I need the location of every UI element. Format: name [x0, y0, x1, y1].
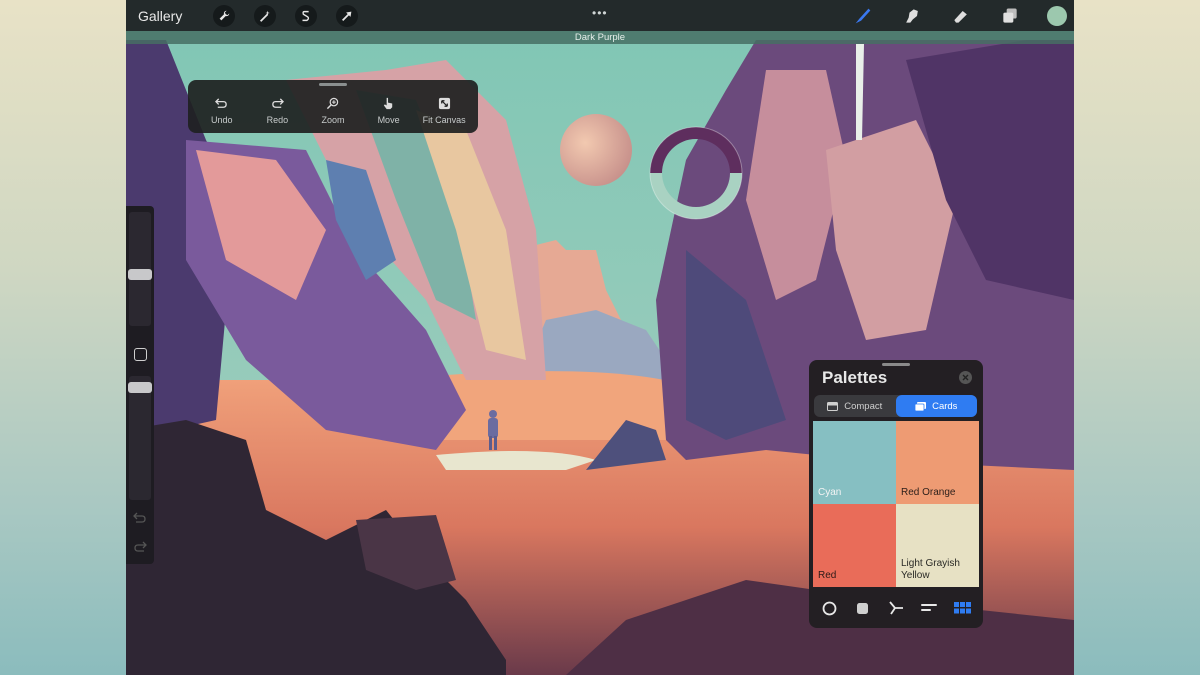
wrench-icon[interactable]: [213, 4, 236, 27]
layer-name-label: Dark Purple: [126, 31, 1074, 44]
brush-size-handle[interactable]: [128, 269, 152, 280]
modify-square-button[interactable]: [134, 348, 147, 361]
zoom-button[interactable]: Zoom: [305, 97, 361, 125]
compact-view-tab[interactable]: Compact: [814, 395, 896, 417]
compact-icon: [827, 401, 839, 411]
layers-icon[interactable]: [998, 4, 1022, 28]
close-icon: [962, 374, 969, 381]
move-button[interactable]: Move: [361, 97, 417, 125]
drag-handle[interactable]: [319, 83, 347, 86]
opacity-slider[interactable]: [128, 376, 152, 500]
swatch-card-cyan[interactable]: Cyan: [813, 421, 896, 504]
color-mode-tabs: [809, 592, 983, 624]
eraser-icon[interactable]: [949, 4, 973, 28]
disc-icon[interactable]: [821, 599, 839, 617]
arrow-cursor-icon[interactable]: [336, 4, 359, 27]
palettes-title: Palettes: [822, 368, 888, 387]
opacity-handle[interactable]: [128, 382, 152, 393]
procreate-app: Gallery ••• Dark Purple Undo Redo Zoom M…: [126, 0, 1074, 675]
current-color-swatch[interactable]: [1047, 5, 1067, 26]
color-picker-ring: [649, 126, 743, 220]
palettes-panel: Palettes Compact Cards Cyan Red Orange R…: [809, 360, 983, 628]
left-sidebar: [126, 206, 154, 564]
smudge-finger-icon[interactable]: [900, 4, 924, 28]
brush-size-slider[interactable]: [128, 212, 152, 326]
sidebar-redo-icon[interactable]: [133, 541, 147, 553]
magic-wand-icon[interactable]: [254, 4, 277, 27]
swatch-card-red-orange[interactable]: Red Orange: [896, 421, 979, 504]
fit-canvas-button[interactable]: Fit Canvas: [416, 97, 472, 125]
hand-icon: [383, 97, 393, 110]
top-toolbar: Gallery •••: [126, 0, 1074, 31]
harmony-icon[interactable]: [887, 599, 905, 617]
swatch-card-red[interactable]: Red: [813, 504, 896, 587]
zoom-icon: [327, 97, 339, 110]
quick-actions-bar: Undo Redo Zoom Move Fit Canvas: [188, 80, 478, 133]
fit-canvas-icon: [438, 97, 450, 110]
more-menu-button[interactable]: •••: [592, 6, 608, 20]
close-button[interactable]: [959, 371, 972, 384]
swatch-cards-grid: Cyan Red Orange Red Light Grayish Yellow: [813, 421, 979, 587]
redo-icon: [272, 98, 284, 108]
sidebar-undo-icon[interactable]: [133, 512, 147, 524]
palettes-grid-icon[interactable]: [953, 599, 971, 617]
redo-button[interactable]: Redo: [250, 97, 306, 125]
selection-s-icon[interactable]: [295, 4, 318, 27]
value-sliders-icon[interactable]: [920, 599, 938, 617]
brush-icon[interactable]: [851, 4, 875, 28]
undo-icon: [215, 98, 228, 108]
gallery-button[interactable]: Gallery: [138, 8, 182, 24]
swatch-card-light-grayish-yellow[interactable]: Light Grayish Yellow: [896, 504, 979, 587]
cards-view-tab[interactable]: Cards: [895, 395, 977, 417]
undo-button[interactable]: Undo: [194, 97, 250, 125]
cards-icon: [915, 401, 927, 411]
classic-square-icon[interactable]: [854, 599, 872, 617]
view-mode-segmented-control: Compact Cards: [814, 395, 977, 417]
palettes-drag-handle[interactable]: [882, 363, 910, 366]
